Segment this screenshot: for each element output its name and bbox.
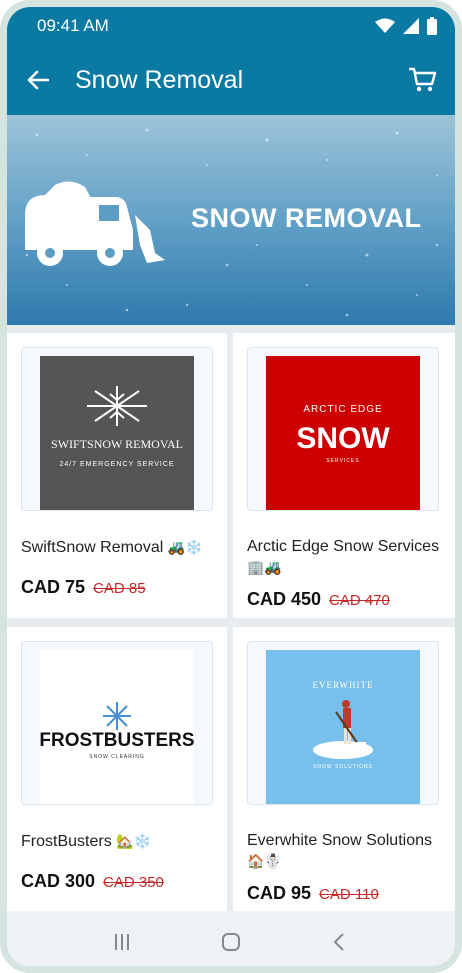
- product-price: CAD 75 CAD 85: [21, 577, 146, 598]
- status-icons: [375, 17, 437, 35]
- price-original: CAD 85: [93, 580, 146, 597]
- product-price: CAD 95 CAD 110: [247, 883, 379, 904]
- product-card[interactable]: EVERWHITE SNOW SOLUTIONS Everwhite Snow: [233, 627, 455, 911]
- product-card[interactable]: ARCTIC EDGE SNOW SERVICES Arctic Edge Sn…: [233, 333, 455, 618]
- banner-title: SNOW REMOVAL: [191, 203, 422, 233]
- product-name-text: SwiftSnow Removal: [21, 539, 164, 556]
- frostbusters-logo: FROSTBUSTERS SNOW CLEARING: [40, 650, 194, 804]
- product-image-frame: ARCTIC EDGE SNOW SERVICES: [247, 347, 439, 511]
- arctic-edge-logo-line2: SNOW: [296, 422, 390, 455]
- app-bar: Snow Removal: [7, 45, 455, 115]
- frostbusters-logo-line1: FROSTBUSTERS: [40, 730, 194, 751]
- arctic-edge-logo-art: ARCTIC EDGE SNOW SERVICES: [296, 404, 390, 464]
- product-emoji: 🏢🚜: [247, 559, 282, 575]
- arctic-edge-logo-line1: ARCTIC EDGE: [303, 404, 382, 415]
- price-original: CAD 110: [319, 886, 379, 903]
- page-title: Snow Removal: [75, 65, 244, 94]
- signal-icon: [403, 18, 419, 34]
- snowplow-truck-icon: [25, 181, 165, 266]
- snowflake-icon: SWIFTSNOW REMOVAL 24/7 EMERGENCY SERVICE: [51, 386, 183, 468]
- product-emoji: 🏡❄️: [116, 833, 152, 849]
- price-original: CAD 350: [103, 874, 164, 891]
- everwhite-logo: EVERWHITE SNOW SOLUTIONS: [266, 650, 420, 804]
- price-current: CAD 95: [247, 883, 312, 903]
- phone-frame: 09:41 AM Snow Removal SNOW REMOVAL SWIFT…: [0, 0, 462, 973]
- frostbusters-logo-line2: SNOW CLEARING: [89, 754, 145, 760]
- swiftsnow-logo-line2: 24/7 EMERGENCY SERVICE: [59, 461, 174, 468]
- product-name-text: FrostBusters: [21, 833, 112, 850]
- product-card[interactable]: FROSTBUSTERS SNOW CLEARING FrostBusters …: [7, 627, 227, 911]
- status-time: 09:41 AM: [37, 16, 109, 35]
- back-icon[interactable]: [330, 932, 350, 952]
- product-image-frame: EVERWHITE SNOW SOLUTIONS: [247, 641, 439, 805]
- product-image-frame: FROSTBUSTERS SNOW CLEARING: [21, 641, 213, 805]
- product-card[interactable]: SWIFTSNOW REMOVAL 24/7 EMERGENCY SERVICE…: [7, 333, 227, 618]
- arctic-edge-logo: ARCTIC EDGE SNOW SERVICES: [266, 356, 420, 510]
- category-banner: SNOW REMOVAL: [7, 115, 455, 325]
- status-bar: 09:41 AM: [7, 7, 455, 45]
- wifi-icon: [375, 18, 395, 33]
- home-icon[interactable]: [221, 932, 241, 952]
- price-current: CAD 75: [21, 577, 86, 597]
- arctic-edge-logo-line3: SERVICES: [326, 458, 359, 464]
- product-price: CAD 300 CAD 350: [21, 871, 164, 892]
- price-current: CAD 300: [21, 871, 96, 891]
- product-grid: SWIFTSNOW REMOVAL 24/7 EMERGENCY SERVICE…: [7, 325, 455, 911]
- product-emoji: 🚜❄️: [167, 539, 203, 555]
- frostbusters-logo-art: FROSTBUSTERS SNOW CLEARING: [40, 702, 194, 760]
- everwhite-logo-art: EVERWHITE SNOW SOLUTIONS: [313, 680, 374, 770]
- product-name: SwiftSnow Removal 🚜❄️: [21, 537, 221, 558]
- price-original: CAD 470: [329, 592, 390, 609]
- battery-icon: [427, 17, 437, 35]
- product-price: CAD 450 CAD 470: [247, 589, 390, 610]
- everwhite-logo-line2: SNOW SOLUTIONS: [313, 764, 373, 770]
- system-nav-bar: [7, 911, 455, 966]
- recents-icon[interactable]: [112, 932, 132, 952]
- product-emoji: 🏠☃️: [247, 853, 282, 869]
- product-name: FrostBusters 🏡❄️: [21, 831, 221, 852]
- shoveling-person-icon: [313, 700, 373, 759]
- price-current: CAD 450: [247, 589, 322, 609]
- product-name-text: Arctic Edge Snow Services: [247, 538, 440, 555]
- product-name: Arctic Edge Snow Services 🏢🚜: [247, 537, 447, 578]
- everwhite-logo-line1: EVERWHITE: [313, 680, 374, 690]
- cart-icon[interactable]: [409, 67, 437, 93]
- swiftsnow-logo: SWIFTSNOW REMOVAL 24/7 EMERGENCY SERVICE: [40, 356, 194, 510]
- product-name: Everwhite Snow Solutions 🏠☃️: [247, 831, 447, 872]
- back-arrow-icon[interactable]: [27, 70, 49, 90]
- product-image-frame: SWIFTSNOW REMOVAL 24/7 EMERGENCY SERVICE: [21, 347, 213, 511]
- swiftsnow-logo-line1: SWIFTSNOW REMOVAL: [51, 437, 183, 451]
- product-name-text: Everwhite Snow Solutions: [247, 832, 432, 849]
